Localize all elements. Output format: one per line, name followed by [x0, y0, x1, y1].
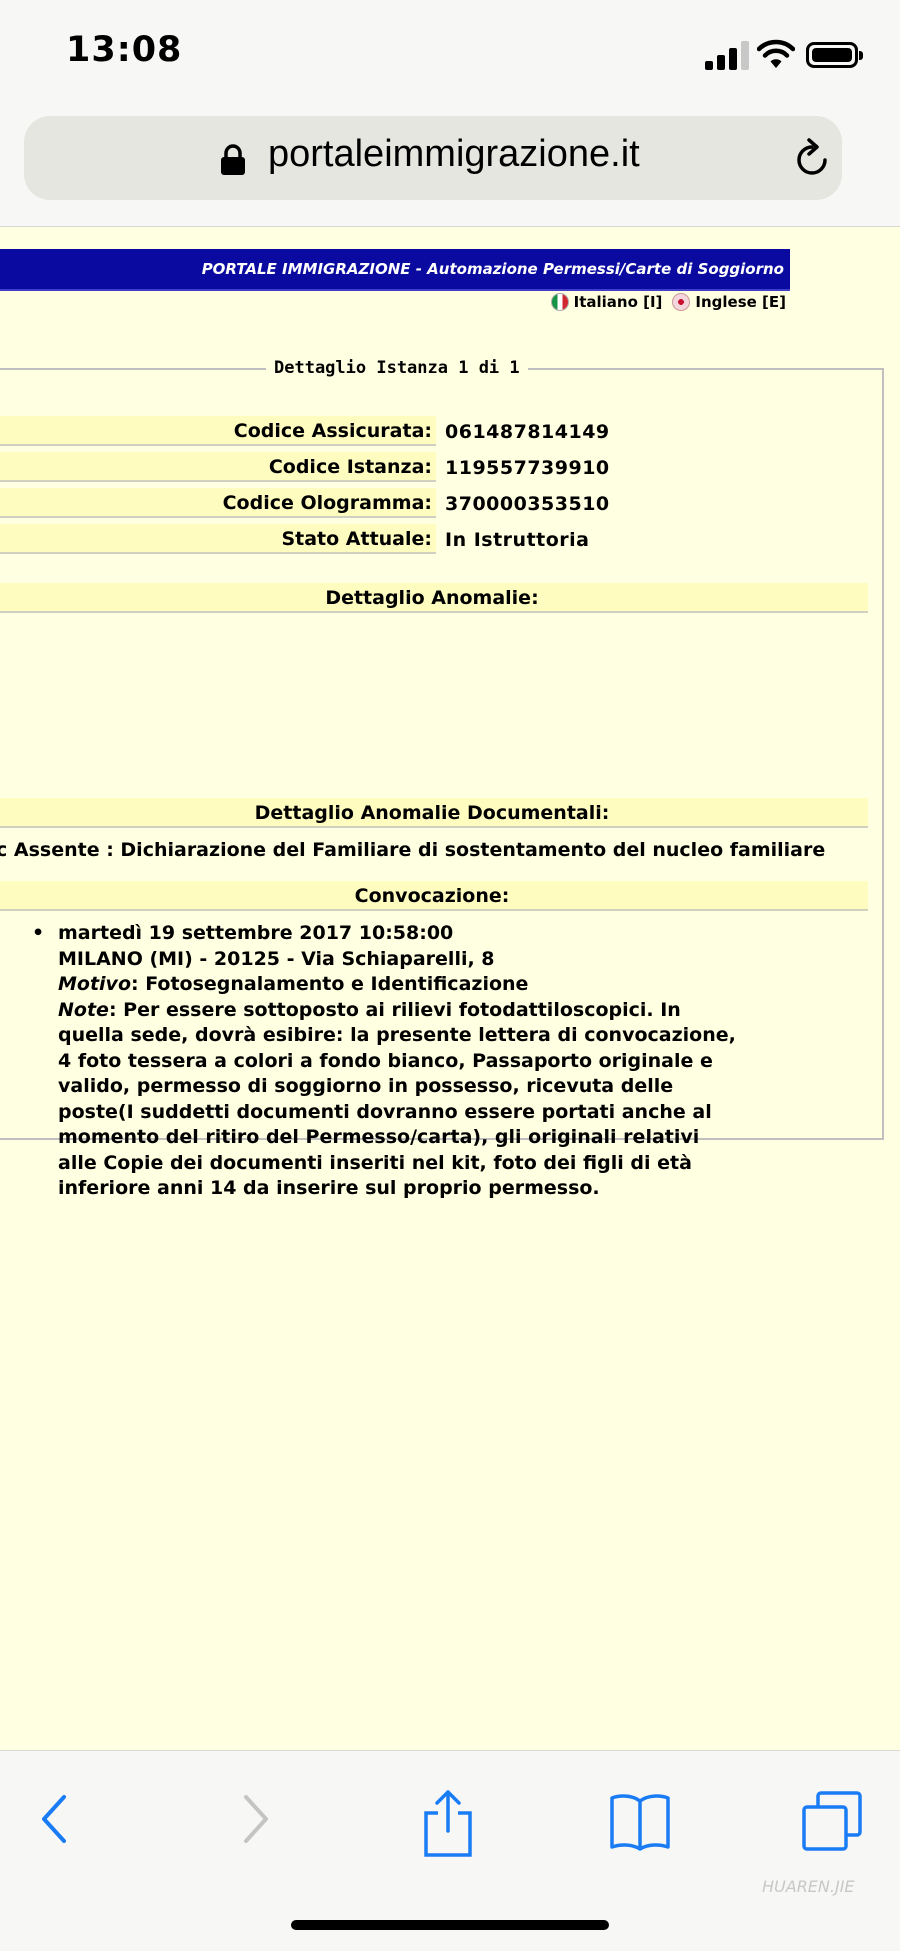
note-line: poste(I suddetti documenti dovranno esse…: [58, 1100, 712, 1123]
convocazione-header: Convocazione:: [0, 881, 868, 911]
language-link-italian[interactable]: Italiano [I]: [574, 293, 663, 311]
note-line: alle Copie dei documenti inseriti nel ki…: [58, 1151, 692, 1174]
italian-flag-icon[interactable]: [550, 293, 569, 311]
field-codice-istanza: Codice Istanza: 119557739910: [0, 452, 616, 482]
field-label: Stato Attuale:: [0, 524, 436, 554]
convocazione-motivo: Motivo: Fotosegnalamento e Identificazio…: [58, 972, 778, 998]
anomalie-header: Dettaglio Anomalie:: [0, 583, 868, 613]
note-line: quella sede, dovrà esibire: la presente …: [58, 1024, 736, 1046]
reload-icon[interactable]: [792, 138, 832, 178]
url-text: portaleimmigrazione.it: [268, 133, 640, 175]
cellular-signal-icon: [705, 40, 749, 70]
field-label: Codice Ologramma:: [0, 488, 436, 518]
address-bar[interactable]: portaleimmigrazione.it: [24, 116, 842, 200]
note-line: : Per essere sottoposto ai rilievi fotod…: [108, 998, 681, 1021]
convocazione-list: • martedì 19 settembre 2017 10:58:00 MIL…: [32, 921, 778, 1202]
status-time: 13:08: [66, 30, 183, 70]
browser-toolbar: portaleimmigrazione.it: [0, 110, 900, 227]
note-line: momento del ritiro del Permesso/carta), …: [58, 1126, 700, 1148]
convocazione-datetime: martedì 19 settembre 2017 10:58:00: [58, 922, 454, 944]
field-value: 061487814149: [445, 421, 610, 443]
field-value: 119557739910: [445, 457, 610, 479]
language-link-english[interactable]: Inglese [E]: [695, 293, 786, 311]
uk-flag-icon[interactable]: [672, 293, 691, 311]
language-selector: Italiano [I] Inglese [E]: [550, 289, 786, 315]
bullet-icon: •: [32, 922, 45, 944]
portal-banner: PORTALE IMMIGRAZIONE - Automazione Perme…: [0, 249, 790, 291]
browser-bottom-toolbar: HUAREN.JIE: [0, 1750, 900, 1951]
web-page: PORTALE IMMIGRAZIONE - Automazione Perme…: [0, 227, 900, 1750]
anomalie-documentali-text: c Assente : Dichiarazione del Familiare …: [0, 839, 826, 861]
field-stato-attuale: Stato Attuale: In Istruttoria: [0, 524, 616, 554]
note-label: Note: [58, 998, 109, 1021]
field-label: Codice Istanza:: [0, 452, 436, 482]
tabs-icon[interactable]: [800, 1789, 864, 1853]
convocazione-address: MILANO (MI) - 20125 - Via Schiaparelli, …: [58, 947, 495, 970]
field-label: Codice Assicurata:: [0, 416, 436, 446]
detail-fieldset: Dettaglio Istanza 1 di 1 Codice Assicura…: [0, 358, 884, 1199]
bookmarks-icon[interactable]: [608, 1789, 672, 1853]
share-icon[interactable]: [420, 1789, 476, 1859]
note-line: inferiore anni 14 da inserire sul propri…: [58, 1177, 600, 1199]
wifi-icon: [757, 39, 795, 68]
portal-banner-title: PORTALE IMMIGRAZIONE - Automazione Perme…: [201, 260, 784, 278]
motivo-value: : Fotosegnalamento e Identificazione: [131, 973, 529, 995]
lock-icon: [221, 144, 245, 175]
convocazione-item: • martedì 19 settembre 2017 10:58:00 MIL…: [32, 921, 778, 1202]
anomalie-documentali-header: Dettaglio Anomalie Documentali:: [0, 798, 868, 828]
field-value: In Istruttoria: [445, 529, 590, 551]
motivo-label: Motivo: [58, 973, 131, 995]
fieldset-legend: Dettaglio Istanza 1 di 1: [266, 358, 528, 378]
forward-icon[interactable]: [236, 1789, 276, 1849]
status-bar: 13:08: [0, 0, 900, 110]
battery-icon: [806, 42, 863, 68]
note-line: 4 foto tessera a colori a fondo bianco, …: [58, 1049, 713, 1072]
note-line: valido, permesso di soggiorno in possess…: [58, 1075, 674, 1097]
convocazione-note: Note: Per essere sottoposto ai rilievi f…: [58, 998, 778, 1202]
home-indicator: [291, 1920, 609, 1930]
back-icon[interactable]: [34, 1789, 74, 1849]
watermark: HUAREN.JIE: [762, 1877, 855, 1896]
field-value: 370000353510: [445, 493, 610, 515]
field-codice-assicurata: Codice Assicurata: 061487814149: [0, 416, 616, 446]
field-codice-ologramma: Codice Ologramma: 370000353510: [0, 488, 616, 518]
